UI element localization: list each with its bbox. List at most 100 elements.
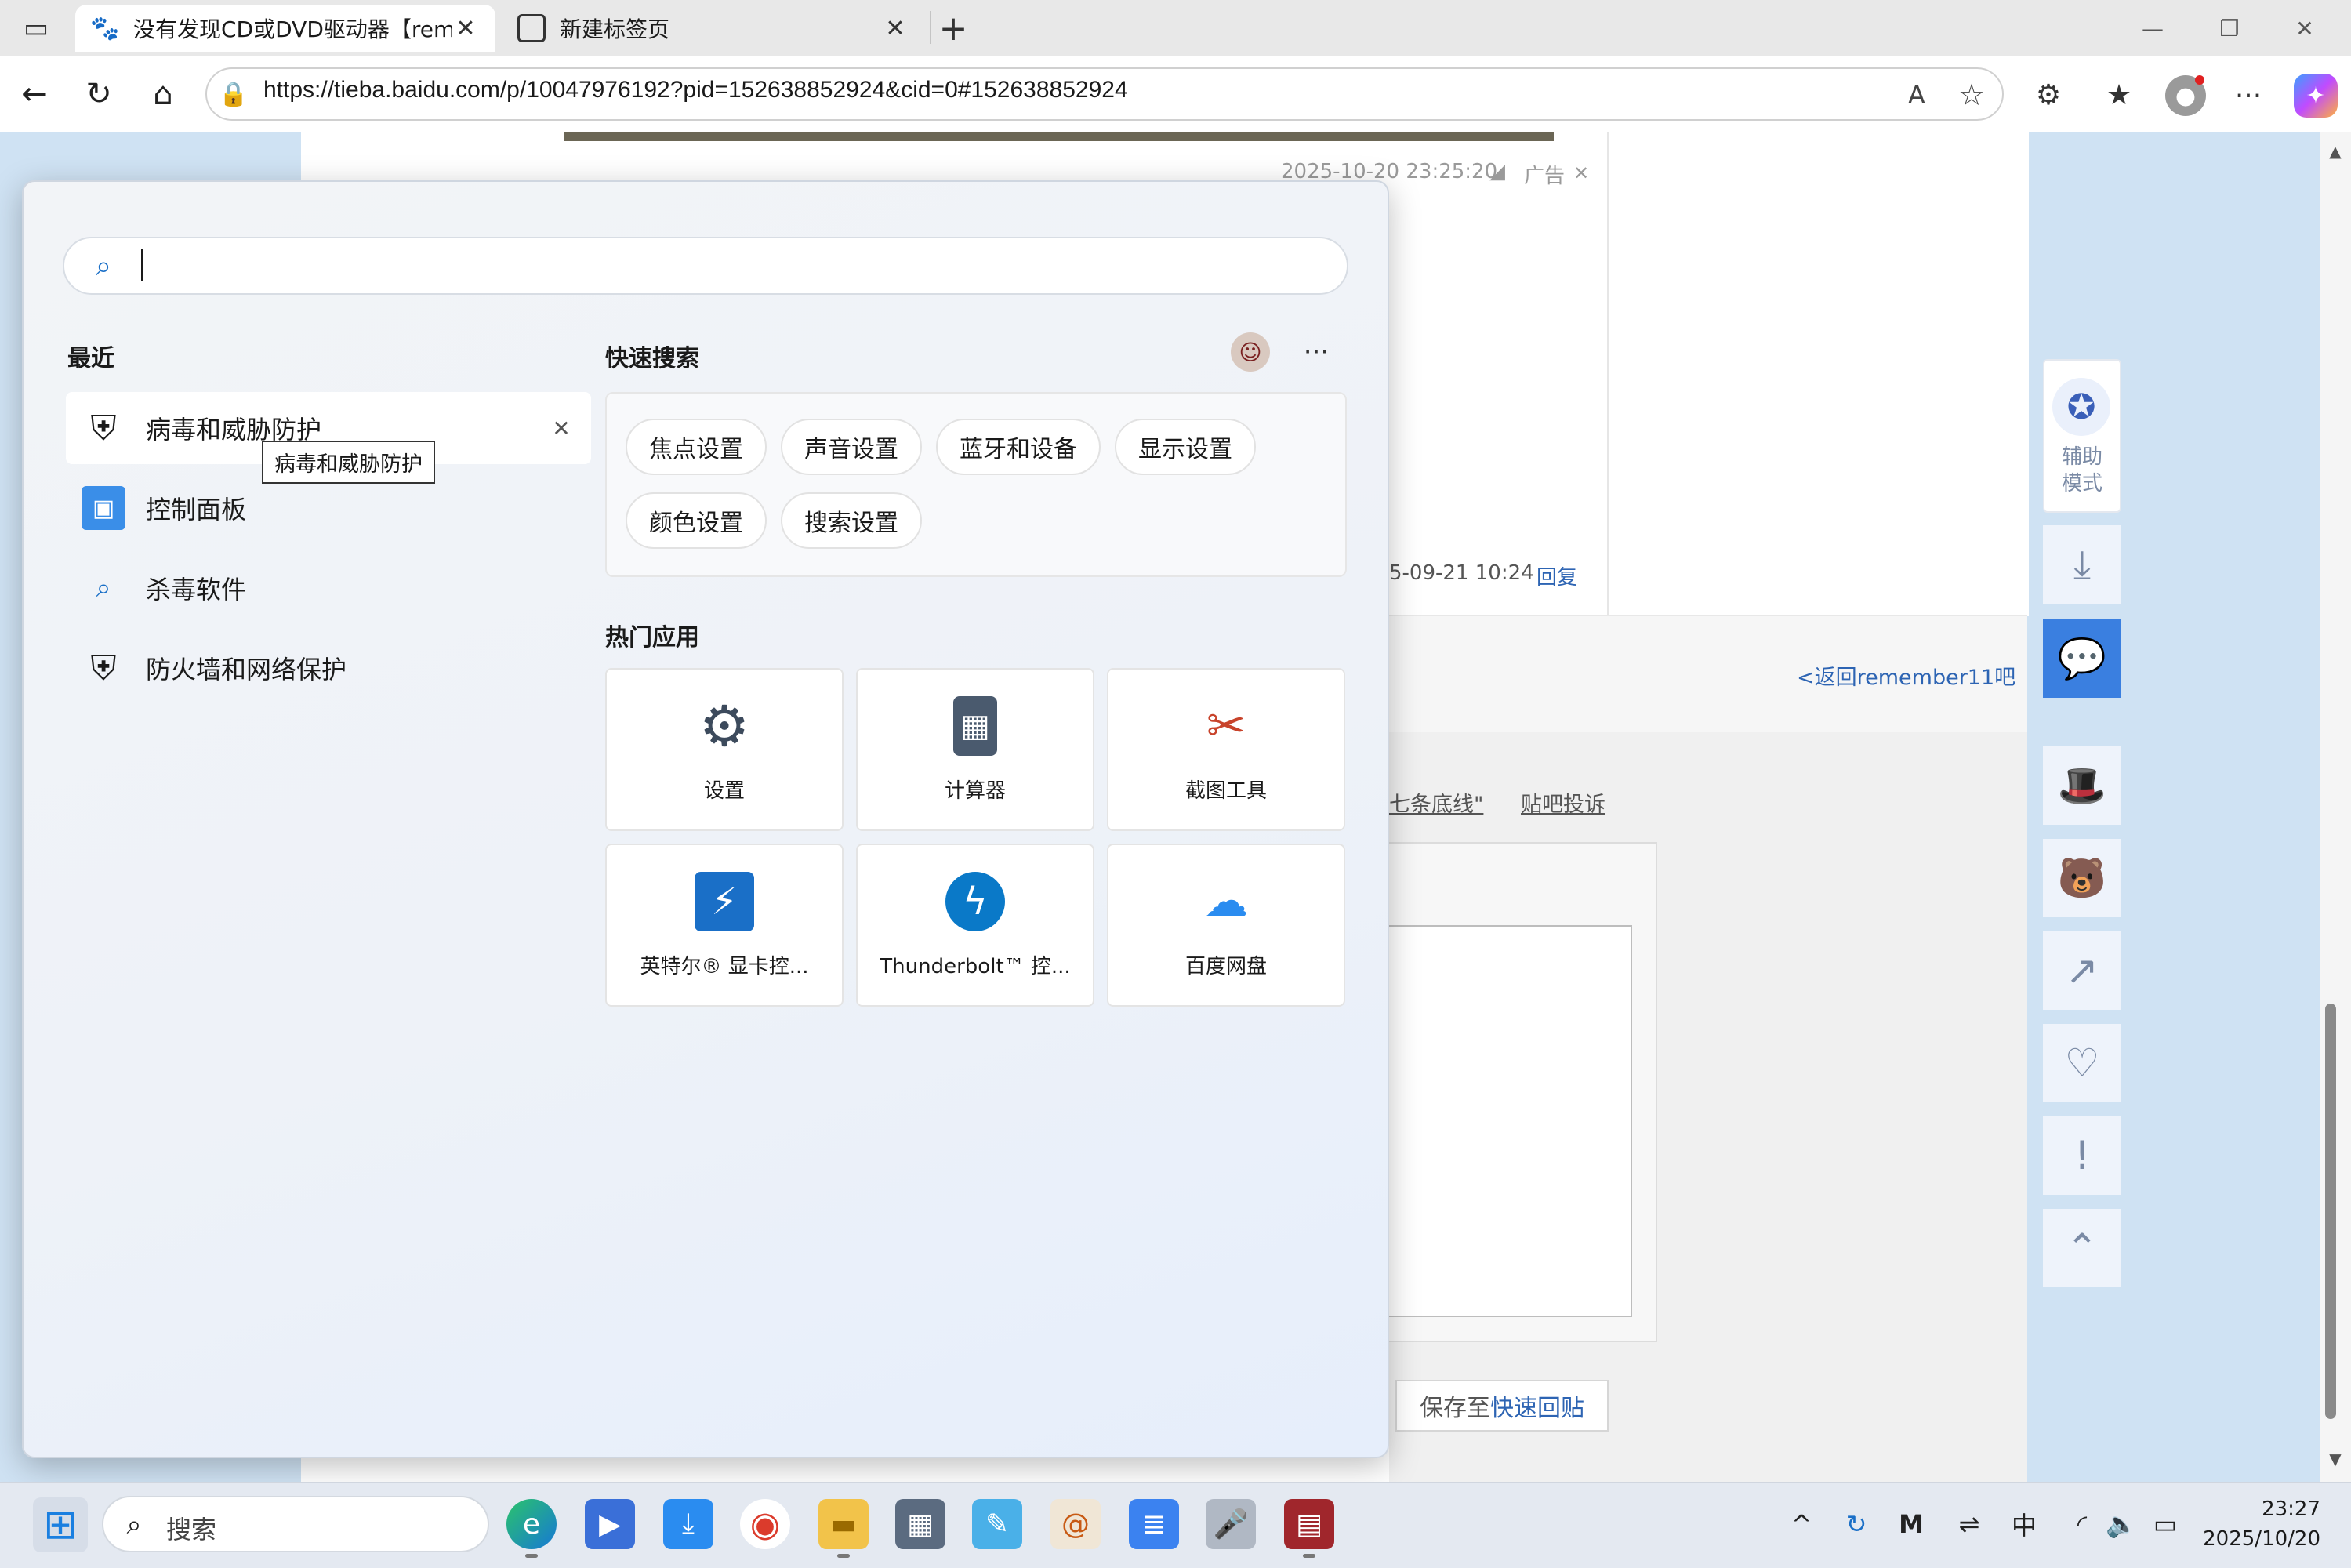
- favorite-star-icon[interactable]: ☆: [1952, 75, 1991, 114]
- close-window-button[interactable]: ✕: [2283, 11, 2327, 45]
- quick-chip[interactable]: 颜色设置: [626, 492, 767, 549]
- magic-hat-icon[interactable]: 🎩: [2043, 746, 2121, 825]
- rules-link[interactable]: 七条底线": [1389, 787, 1483, 818]
- complaint-link[interactable]: 贴吧投诉: [1521, 787, 1605, 818]
- chrome-icon[interactable]: ◉: [740, 1499, 790, 1549]
- close-ad-icon[interactable]: ✕: [1569, 162, 1593, 185]
- favorites-icon[interactable]: ★: [2099, 75, 2139, 114]
- microphone-icon[interactable]: 🎤: [1206, 1499, 1256, 1549]
- app-label: 百度网盘: [1185, 954, 1267, 978]
- recent-item[interactable]: ⌕ 杀毒软件: [66, 552, 591, 624]
- recent-item[interactable]: ⛨ 防火墙和网络保护: [66, 632, 591, 704]
- refresh-icon[interactable]: ↻: [77, 72, 121, 116]
- calculator-icon: ▦: [953, 695, 997, 756]
- volume-icon[interactable]: 🔈: [2104, 1507, 2139, 1541]
- app-tile-thunderbolt[interactable]: ϟ Thunderbolt™ 控...: [856, 844, 1094, 1007]
- app-tile-snipping[interactable]: ✂ 截图工具: [1107, 668, 1345, 831]
- more-menu-icon[interactable]: ···: [2228, 75, 2269, 116]
- comment-icon[interactable]: 💬: [2043, 619, 2121, 698]
- reply-textarea[interactable]: [1389, 925, 1632, 1317]
- close-tab-icon[interactable]: ✕: [452, 14, 480, 42]
- user-avatar[interactable]: ☺: [1231, 332, 1270, 372]
- battery-icon[interactable]: ▭: [2148, 1507, 2182, 1541]
- app-tile-baidu-netdisk[interactable]: ☁ 百度网盘: [1107, 844, 1345, 1007]
- scroll-down-arrow-icon[interactable]: ▼: [2322, 1447, 2349, 1471]
- app-tile-calculator[interactable]: ▦ 计算器: [856, 668, 1094, 831]
- snail-app-icon[interactable]: @: [1050, 1499, 1101, 1549]
- tab-newtab[interactable]: 新建标签页 ✕: [502, 5, 925, 52]
- flyout-search-input[interactable]: [63, 237, 1348, 295]
- download-app-icon[interactable]: ⤓: [663, 1499, 713, 1549]
- quick-search-title: 快速搜索: [605, 345, 699, 372]
- tab-active[interactable]: 🐾 没有发现CD或DVD驱动器【remem ✕: [75, 5, 495, 52]
- quick-chips-row: 焦点设置 声音设置 蓝牙和设备 显示设置: [626, 419, 1256, 475]
- home-icon[interactable]: ⌂: [141, 72, 185, 116]
- app-tile-settings[interactable]: ⚙ 设置: [605, 668, 844, 831]
- app-label: Thunderbolt™ 控...: [880, 954, 1071, 978]
- heart-icon[interactable]: ♡: [2043, 1024, 2121, 1102]
- baidu-paw-icon: 🐾: [90, 14, 120, 42]
- m-app-icon[interactable]: M: [1894, 1507, 1928, 1541]
- tab-actions-icon[interactable]: ▭: [17, 11, 55, 45]
- clock-date[interactable]: 2025/10/20: [2187, 1527, 2320, 1551]
- back-to-forum-link[interactable]: <返回remember11吧: [1797, 660, 2015, 691]
- ime-indicator[interactable]: 中: [2007, 1507, 2041, 1541]
- back-arrow-icon[interactable]: ←: [13, 72, 56, 116]
- scrollbar-thumb[interactable]: [2325, 1004, 2336, 1419]
- minimize-button[interactable]: —: [2131, 11, 2175, 45]
- bear-icon[interactable]: 🐻: [2043, 839, 2121, 917]
- media-player-icon[interactable]: ▶: [585, 1499, 635, 1549]
- scroll-up-arrow-icon[interactable]: ▲: [2322, 140, 2349, 163]
- reply-link[interactable]: 回复: [1536, 561, 1577, 590]
- download-app-icon[interactable]: ⤓: [2043, 525, 2121, 604]
- notepad-icon[interactable]: ≣: [1129, 1499, 1179, 1549]
- baidu-netdisk-icon: ☁: [1204, 876, 1248, 927]
- search-icon: ⌕: [126, 1509, 142, 1541]
- restore-button[interactable]: ❐: [2208, 11, 2251, 45]
- clock-time[interactable]: 23:27: [2203, 1497, 2320, 1521]
- app-label: 计算器: [944, 779, 1006, 803]
- copilot-icon[interactable]: ✦: [2294, 74, 2338, 118]
- quick-chip[interactable]: 焦点设置: [626, 419, 767, 475]
- paint-icon[interactable]: ✎: [972, 1499, 1022, 1549]
- sync-icon[interactable]: ↻: [1839, 1507, 1874, 1541]
- running-indicator: [525, 1554, 538, 1558]
- file-explorer-icon[interactable]: ▬: [818, 1499, 869, 1549]
- winrar-icon[interactable]: ▤: [1284, 1499, 1334, 1549]
- reply-timestamp: 5-09-21 10:24: [1389, 561, 1534, 585]
- quick-chip[interactable]: 蓝牙和设备: [936, 419, 1101, 475]
- close-tab-icon[interactable]: ✕: [881, 14, 909, 42]
- wifi-icon[interactable]: ◜: [2065, 1507, 2099, 1541]
- save-prefix: 保存至: [1420, 1395, 1490, 1422]
- taskbar-search-box[interactable]: [102, 1496, 489, 1552]
- back-to-top-icon[interactable]: ⌃: [2043, 1209, 2121, 1287]
- windows-start-icon[interactable]: ⊞: [33, 1497, 88, 1552]
- search-icon: ⌕: [95, 250, 112, 282]
- share-icon[interactable]: ↗: [2043, 931, 2121, 1010]
- app-tile-intel[interactable]: ⚡ 英特尔® 显卡控...: [605, 844, 844, 1007]
- recent-item-label: 控制面板: [146, 495, 247, 524]
- read-aloud-icon[interactable]: A: [1899, 77, 1935, 113]
- calculator-icon[interactable]: ▦: [895, 1499, 945, 1549]
- tooltip: 病毒和威胁防护: [262, 441, 435, 484]
- tab-title: 没有发现CD或DVD驱动器【remem: [133, 16, 452, 42]
- settings-sliders-icon[interactable]: ⇌: [1952, 1507, 1986, 1541]
- quick-chip[interactable]: 显示设置: [1115, 419, 1256, 475]
- edge-browser-icon[interactable]: e: [506, 1499, 557, 1549]
- intel-graphics-icon: ⚡: [695, 871, 754, 931]
- tab-divider: [930, 11, 931, 44]
- report-icon[interactable]: !: [2043, 1116, 2121, 1195]
- remove-recent-icon[interactable]: ✕: [547, 414, 575, 442]
- ad-image: [564, 132, 1554, 141]
- show-hidden-icons-chevron-icon[interactable]: ^: [1784, 1507, 1819, 1541]
- more-options-icon[interactable]: ···: [1297, 332, 1336, 372]
- app-label: 设置: [703, 779, 745, 803]
- new-tab-button[interactable]: +: [933, 8, 974, 49]
- url-text[interactable]: https://tieba.baidu.com/p/10047976192?pi…: [263, 77, 1128, 103]
- extensions-icon[interactable]: ⚙: [2029, 75, 2068, 114]
- quick-chip[interactable]: 声音设置: [781, 419, 922, 475]
- save-quick-reply-button[interactable]: 保存至 快速回贴: [1395, 1380, 1609, 1432]
- ad-label: 广告: [1524, 165, 1566, 188]
- lock-icon[interactable]: 🔒: [218, 78, 249, 110]
- quick-chip[interactable]: 搜索设置: [781, 492, 922, 549]
